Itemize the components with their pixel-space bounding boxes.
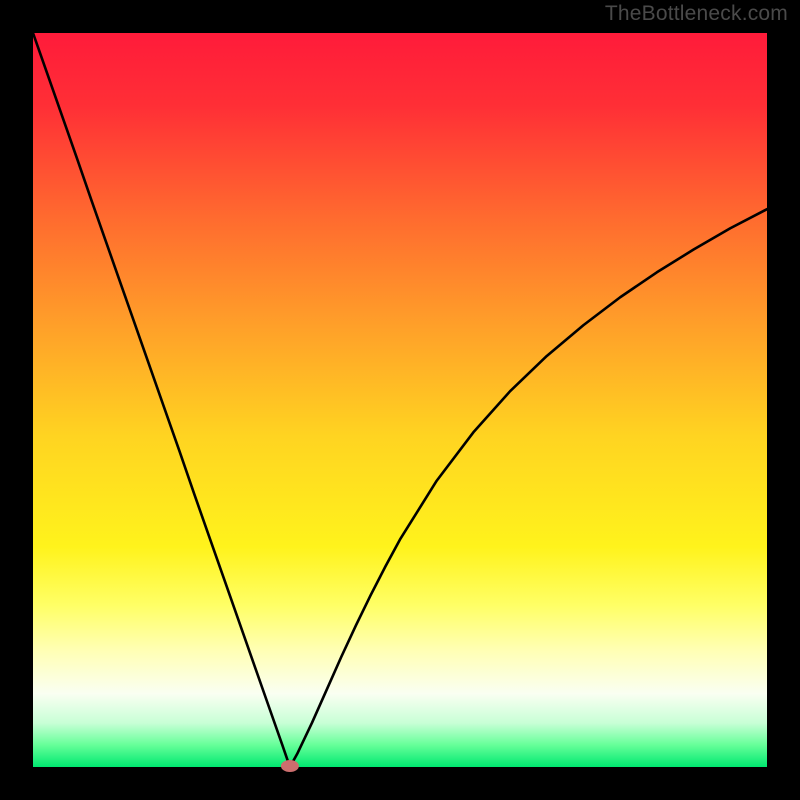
chart-frame: TheBottleneck.com [0, 0, 800, 800]
bottleneck-chart [0, 0, 800, 800]
watermark-text: TheBottleneck.com [605, 2, 788, 26]
